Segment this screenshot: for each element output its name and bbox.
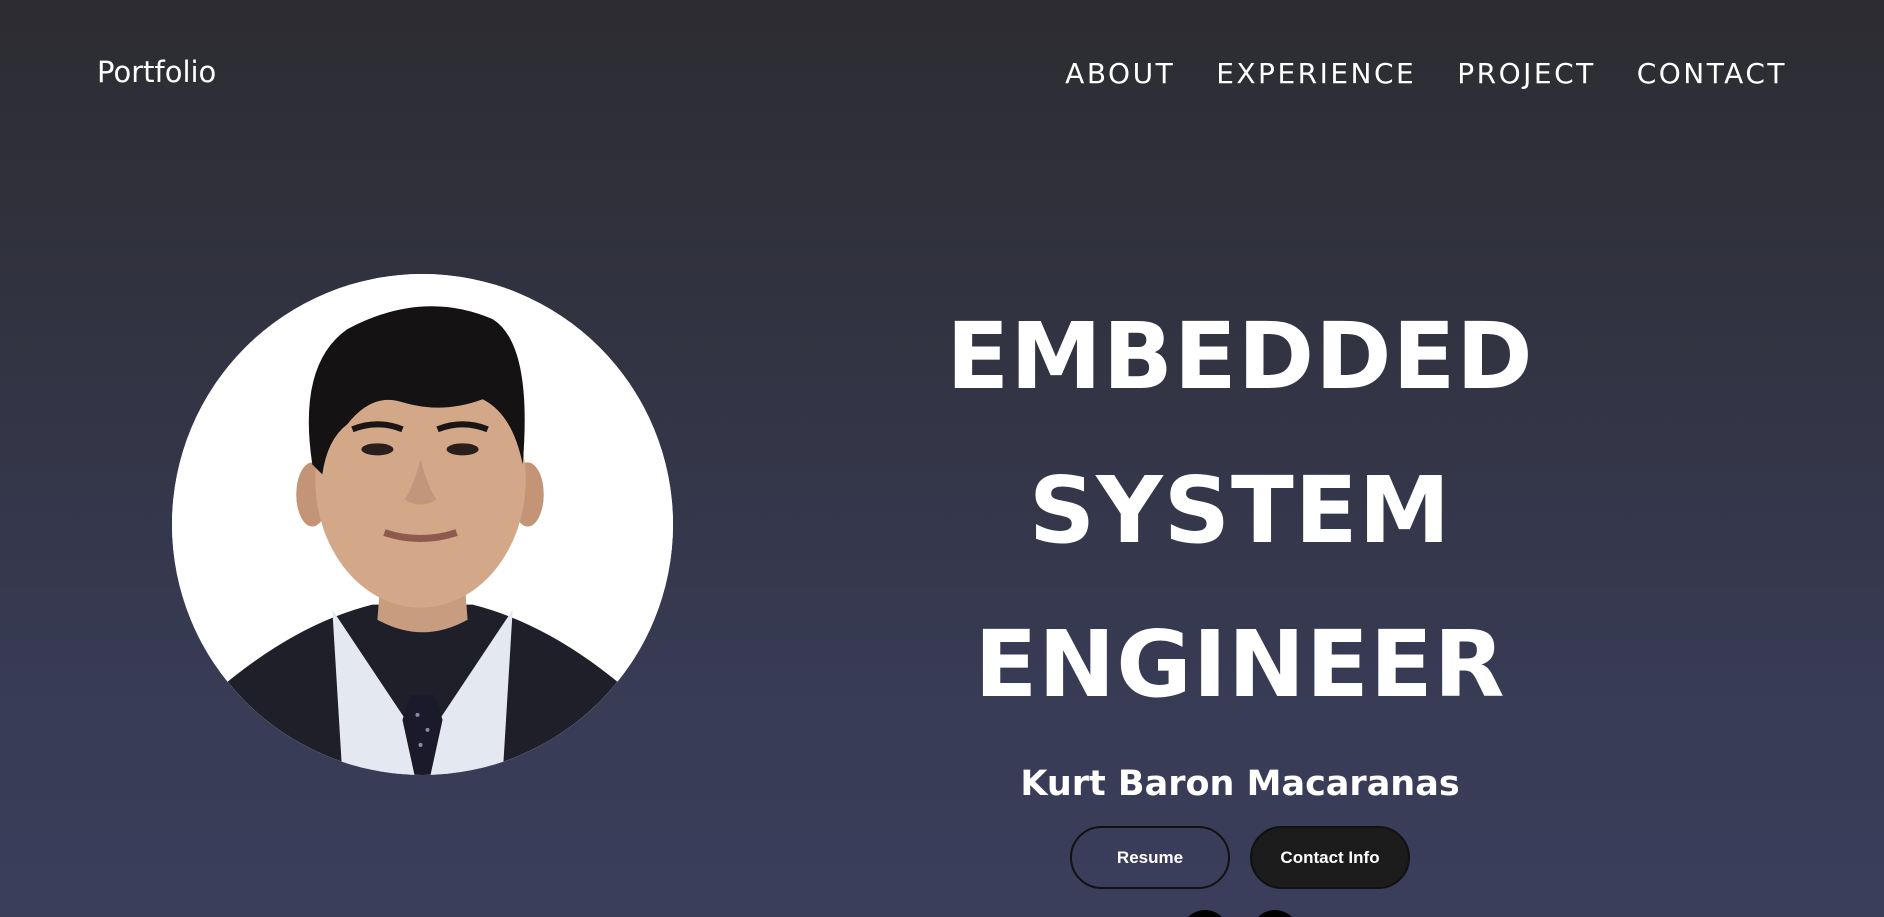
facebook-icon[interactable]: [1180, 909, 1230, 917]
nav-item-about: ABOUT: [1065, 57, 1175, 90]
hero-name: Kurt Baron Macaranas: [1020, 764, 1460, 804]
nav-link-contact[interactable]: CONTACT: [1637, 57, 1787, 90]
profile-picture: [172, 274, 673, 775]
nav-link-about[interactable]: ABOUT: [1065, 57, 1175, 90]
hero-title: EMBEDDED SYSTEM ENGINEER: [740, 280, 1740, 742]
nav-item-experience: EXPERIENCE: [1216, 57, 1416, 90]
hero-section: EMBEDDED SYSTEM ENGINEER Kurt Baron Maca…: [740, 280, 1740, 917]
nav-links: ABOUT EXPERIENCE PROJECT CONTACT: [1065, 57, 1787, 90]
nav-link-project[interactable]: PROJECT: [1457, 57, 1595, 90]
nav-item-contact: CONTACT: [1637, 57, 1787, 90]
contact-info-button[interactable]: Contact Info: [1250, 826, 1410, 889]
logo[interactable]: Portfolio: [97, 55, 216, 89]
social-links: [740, 909, 1740, 917]
profile-photo: [172, 274, 673, 775]
nav-link-experience[interactable]: EXPERIENCE: [1216, 57, 1416, 90]
github-icon[interactable]: [1250, 909, 1300, 917]
hero-buttons: Resume Contact Info: [740, 826, 1740, 889]
nav-item-project: PROJECT: [1457, 57, 1595, 90]
navbar: Portfolio ABOUT EXPERIENCE PROJECT CONTA…: [0, 0, 1884, 150]
hero-title-line1: EMBEDDED SYSTEM: [946, 303, 1534, 564]
hero-title-line2: ENGINEER: [974, 611, 1506, 718]
resume-button[interactable]: Resume: [1070, 826, 1230, 889]
